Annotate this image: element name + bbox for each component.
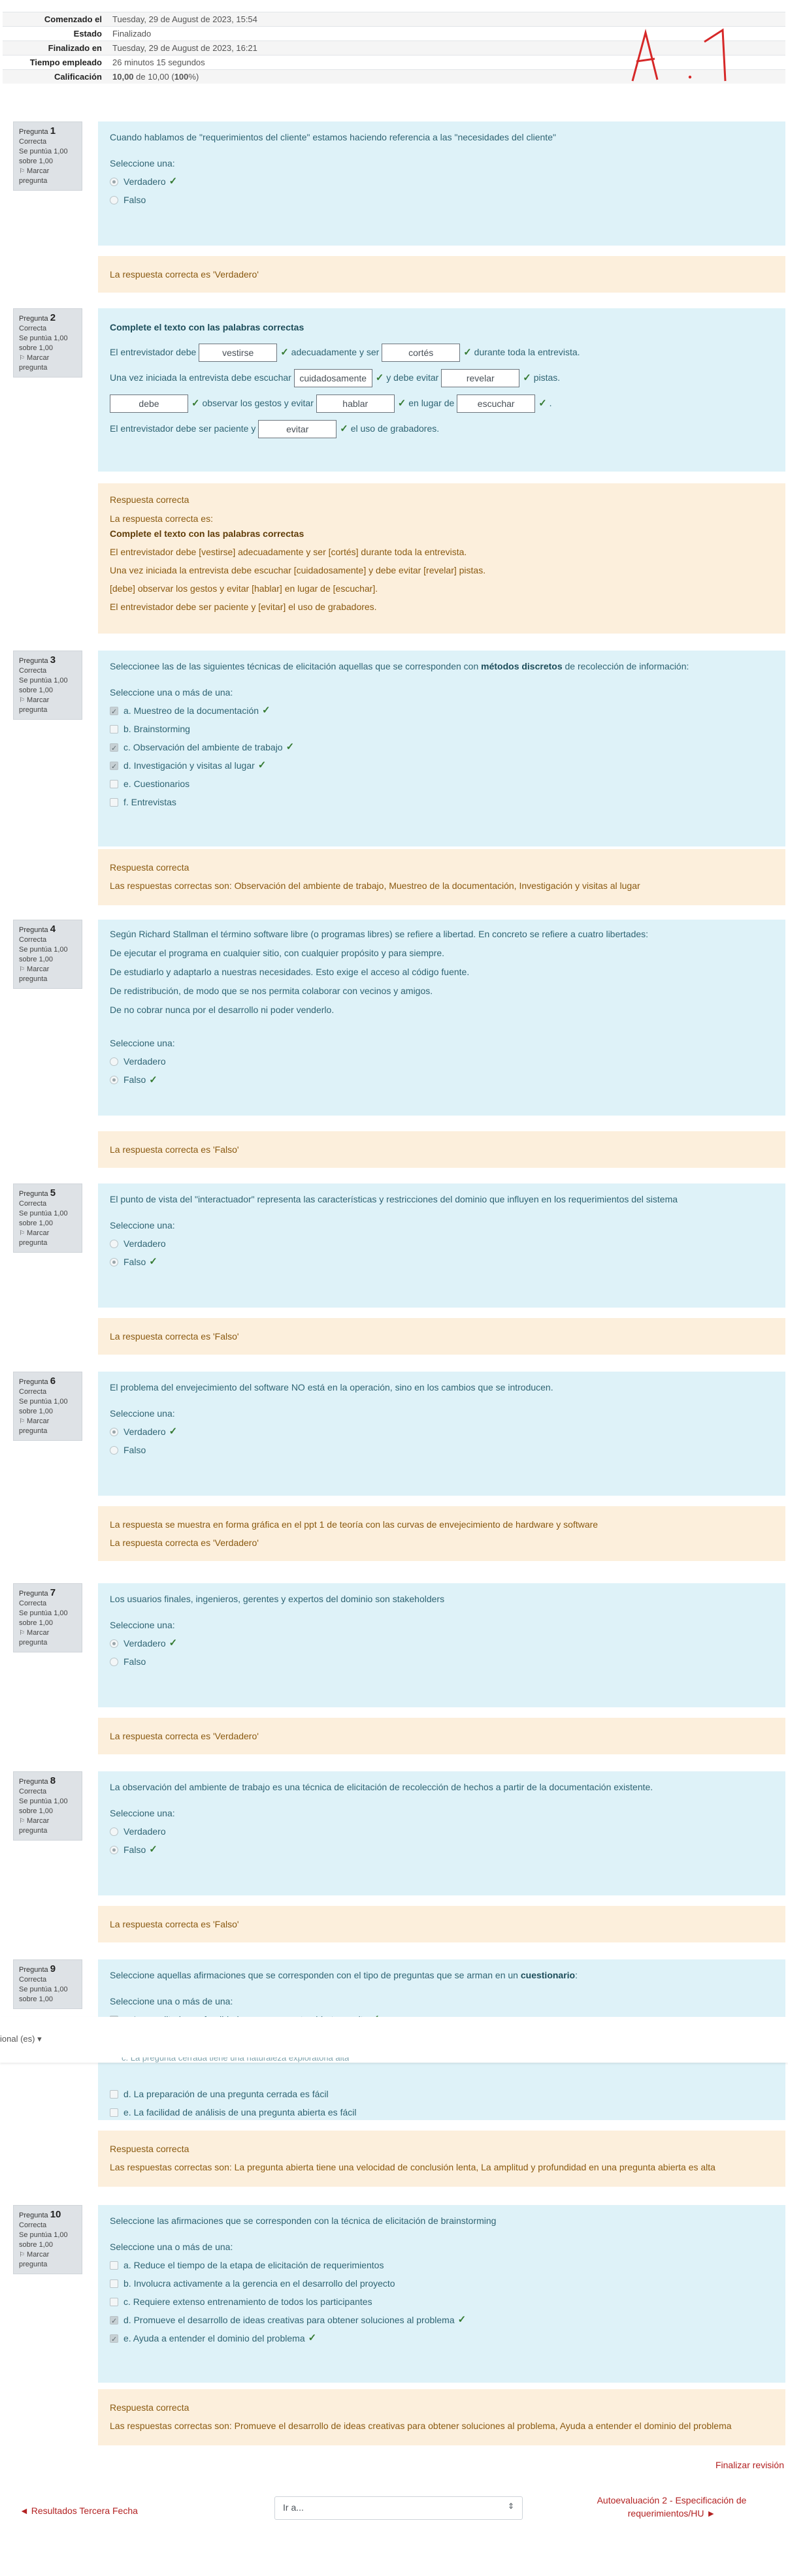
option-d[interactable]: d. La preparación de una pregunta cerrad…	[110, 2085, 774, 2103]
option-c[interactable]: c. La pregunta cerrada tiene una natural…	[122, 2057, 349, 2063]
flag-icon: ⚐	[19, 168, 25, 175]
question-body: Los usuarios finales, ingenieros, gerent…	[98, 1583, 785, 1707]
question-body: El problema del envejecimiento del softw…	[98, 1372, 785, 1496]
option-false[interactable]: Falso ✓	[110, 1841, 774, 1859]
question-text: Seleccione aquellas afirmaciones que se …	[110, 1970, 578, 1980]
blank-6[interactable]	[316, 394, 395, 413]
flag-question-button[interactable]: ⚐ Marcar pregunta	[19, 965, 76, 984]
flag-question-button[interactable]: ⚐ Marcar pregunta	[19, 353, 76, 373]
feedback: Respuesta correcta Las respuestas correc…	[98, 2389, 785, 2445]
flag-question-button[interactable]: ⚐ Marcar pregunta	[19, 2250, 76, 2270]
flag-icon: ⚐	[19, 1818, 25, 1825]
language-bar: ional (es) ▾	[0, 2017, 788, 2063]
blank-7[interactable]	[457, 394, 536, 413]
option-false[interactable]: Falso	[110, 1441, 774, 1459]
feedback: La respuesta correcta es 'Verdadero'	[98, 1718, 785, 1754]
option-a[interactable]: a. Reduce el tiempo de la etapa de elici…	[110, 2256, 774, 2274]
question-body: Seleccionee las de las siguientes técnic…	[98, 651, 785, 846]
jump-to-select[interactable]: Ir a... ⇕	[274, 2496, 523, 2520]
question-body: El punto de vista del "interactuador" re…	[98, 1183, 785, 1308]
option-e[interactable]: e. Ayuda a entender el dominio del probl…	[110, 2329, 774, 2347]
flag-question-button[interactable]: ⚐ Marcar pregunta	[19, 1628, 76, 1648]
option-a[interactable]: a. Muestreo de la documentación✓	[110, 701, 774, 720]
question-info: Pregunta 9 Correcta Se puntúa 1,00 sobre…	[13, 1959, 82, 2009]
blank-1[interactable]	[199, 344, 278, 362]
option-b[interactable]: b. Involucra activamente a la gerencia e…	[110, 2274, 774, 2293]
flag-icon: ⚐	[19, 697, 25, 704]
flag-icon: ⚐	[19, 1230, 25, 1237]
question-info: Pregunta 1 Correcta Se puntúa 1,00 sobre…	[13, 121, 82, 191]
flag-question-button[interactable]: ⚐ Marcar pregunta	[19, 1417, 76, 1436]
question-info: Pregunta 10 Correcta Se puntúa 1,00 sobr…	[13, 2205, 82, 2274]
feedback: La respuesta correcta es 'Falso'	[98, 1131, 785, 1168]
question-body: Cuando hablamos de "requerimientos del c…	[98, 121, 785, 246]
feedback: La respuesta correcta es 'Falso'	[98, 1318, 785, 1355]
question-info: Pregunta 7 Correcta Se puntúa 1,00 sobre…	[13, 1583, 82, 1652]
language-selector[interactable]: ional (es) ▾	[0, 2034, 42, 2044]
feedback: La respuesta correcta es 'Falso'	[98, 1906, 785, 1942]
question-info: Pregunta 6 Correcta Se puntúa 1,00 sobre…	[13, 1372, 82, 1441]
flag-question-button[interactable]: ⚐ Marcar pregunta	[19, 1229, 76, 1248]
option-c[interactable]: c. Requiere extenso entrenamiento de tod…	[110, 2293, 774, 2311]
option-d[interactable]: d. Investigación y visitas al lugar✓	[110, 756, 774, 775]
feedback: Respuesta correcta Las respuestas correc…	[98, 849, 785, 905]
flag-icon: ⚐	[19, 1418, 25, 1425]
option-e[interactable]: e. Cuestionarios	[110, 775, 774, 793]
flag-question-button[interactable]: ⚐ Marcar pregunta	[19, 696, 76, 715]
question-text: El problema del envejecimiento del softw…	[110, 1382, 553, 1393]
question-text: Cuando hablamos de "requerimientos del c…	[110, 132, 556, 142]
question-info: Pregunta 3 Correcta Se puntúa 1,00 sobre…	[13, 651, 82, 720]
option-true[interactable]: Verdadero	[110, 1052, 774, 1071]
finish-review-link[interactable]: Finalizar revisión	[715, 2460, 784, 2470]
option-false[interactable]: Falso	[110, 191, 774, 209]
flag-icon: ⚐	[19, 2251, 25, 2259]
option-f[interactable]: f. Entrevistas	[110, 793, 774, 811]
flag-icon: ⚐	[19, 1630, 25, 1637]
question-body: Según Richard Stallman el término softwa…	[98, 920, 785, 1116]
flag-icon: ⚐	[19, 966, 25, 973]
blank-8[interactable]	[258, 420, 337, 439]
handwritten-signature	[631, 28, 727, 82]
flag-icon: ⚐	[19, 355, 25, 362]
question-text: Seleccione las afirmaciones que se corre…	[110, 2215, 497, 2226]
next-activity-link[interactable]: Autoevaluación 2 - Especificación de req…	[561, 2494, 783, 2520]
select-arrows-icon: ⇕	[507, 2502, 514, 2511]
flag-question-button[interactable]: ⚐ Marcar pregunta	[19, 167, 76, 186]
question-text: El punto de vista del "interactuador" re…	[110, 1194, 678, 1204]
option-false[interactable]: Falso ✓	[110, 1253, 774, 1271]
option-false[interactable]: Falso	[110, 1652, 774, 1671]
question-body: La observación del ambiente de trabajo e…	[98, 1771, 785, 1895]
blank-3[interactable]	[293, 369, 372, 388]
blank-5[interactable]	[110, 394, 188, 413]
option-true[interactable]: Verdadero ✓	[110, 1634, 774, 1652]
option-b[interactable]: b. Brainstorming	[110, 720, 774, 738]
correct-check-icon: ✓	[169, 176, 178, 187]
option-true[interactable]: Verdadero	[110, 1234, 774, 1253]
option-c[interactable]: c. Observación del ambiente de trabajo✓	[110, 738, 774, 756]
question-body: Complete el texto con las palabras corre…	[98, 308, 785, 472]
previous-activity-link[interactable]: ◄ Resultados Tercera Fecha	[20, 2505, 138, 2516]
question-text: La observación del ambiente de trabajo e…	[110, 1782, 653, 1792]
feedback: La respuesta se muestra en forma gráfica…	[98, 1506, 785, 1561]
option-d[interactable]: d. Promueve el desarrollo de ideas creat…	[110, 2311, 774, 2329]
option-false[interactable]: Falso ✓	[110, 1071, 774, 1089]
flag-question-button[interactable]: ⚐ Marcar pregunta	[19, 1816, 76, 1836]
question-body: Seleccione las afirmaciones que se corre…	[98, 2205, 785, 2383]
question-info: Pregunta 4 Correcta Se puntúa 1,00 sobre…	[13, 920, 82, 989]
question-info: Pregunta 2 Correcta Se puntúa 1,00 sobre…	[13, 308, 82, 378]
blank-4[interactable]	[441, 369, 520, 388]
feedback: Respuesta correcta La respuesta correcta…	[98, 483, 785, 634]
option-true[interactable]: Verdadero ✓	[110, 172, 774, 191]
question-text: Seleccionee las de las siguientes técnic…	[110, 661, 689, 671]
option-true[interactable]: Verdadero	[110, 1822, 774, 1841]
question-info: Pregunta 5 Correcta Se puntúa 1,00 sobre…	[13, 1183, 82, 1253]
question-info: Pregunta 8 Correcta Se puntúa 1,00 sobre…	[13, 1771, 82, 1841]
feedback: Respuesta correcta Las respuestas correc…	[98, 2131, 785, 2187]
option-true[interactable]: Verdadero ✓	[110, 1423, 774, 1441]
option-e[interactable]: e. La facilidad de análisis de una pregu…	[110, 2103, 774, 2121]
question-text: Los usuarios finales, ingenieros, gerent…	[110, 1594, 445, 1604]
feedback: La respuesta correcta es 'Verdadero'	[98, 256, 785, 293]
blank-2[interactable]	[382, 344, 461, 362]
